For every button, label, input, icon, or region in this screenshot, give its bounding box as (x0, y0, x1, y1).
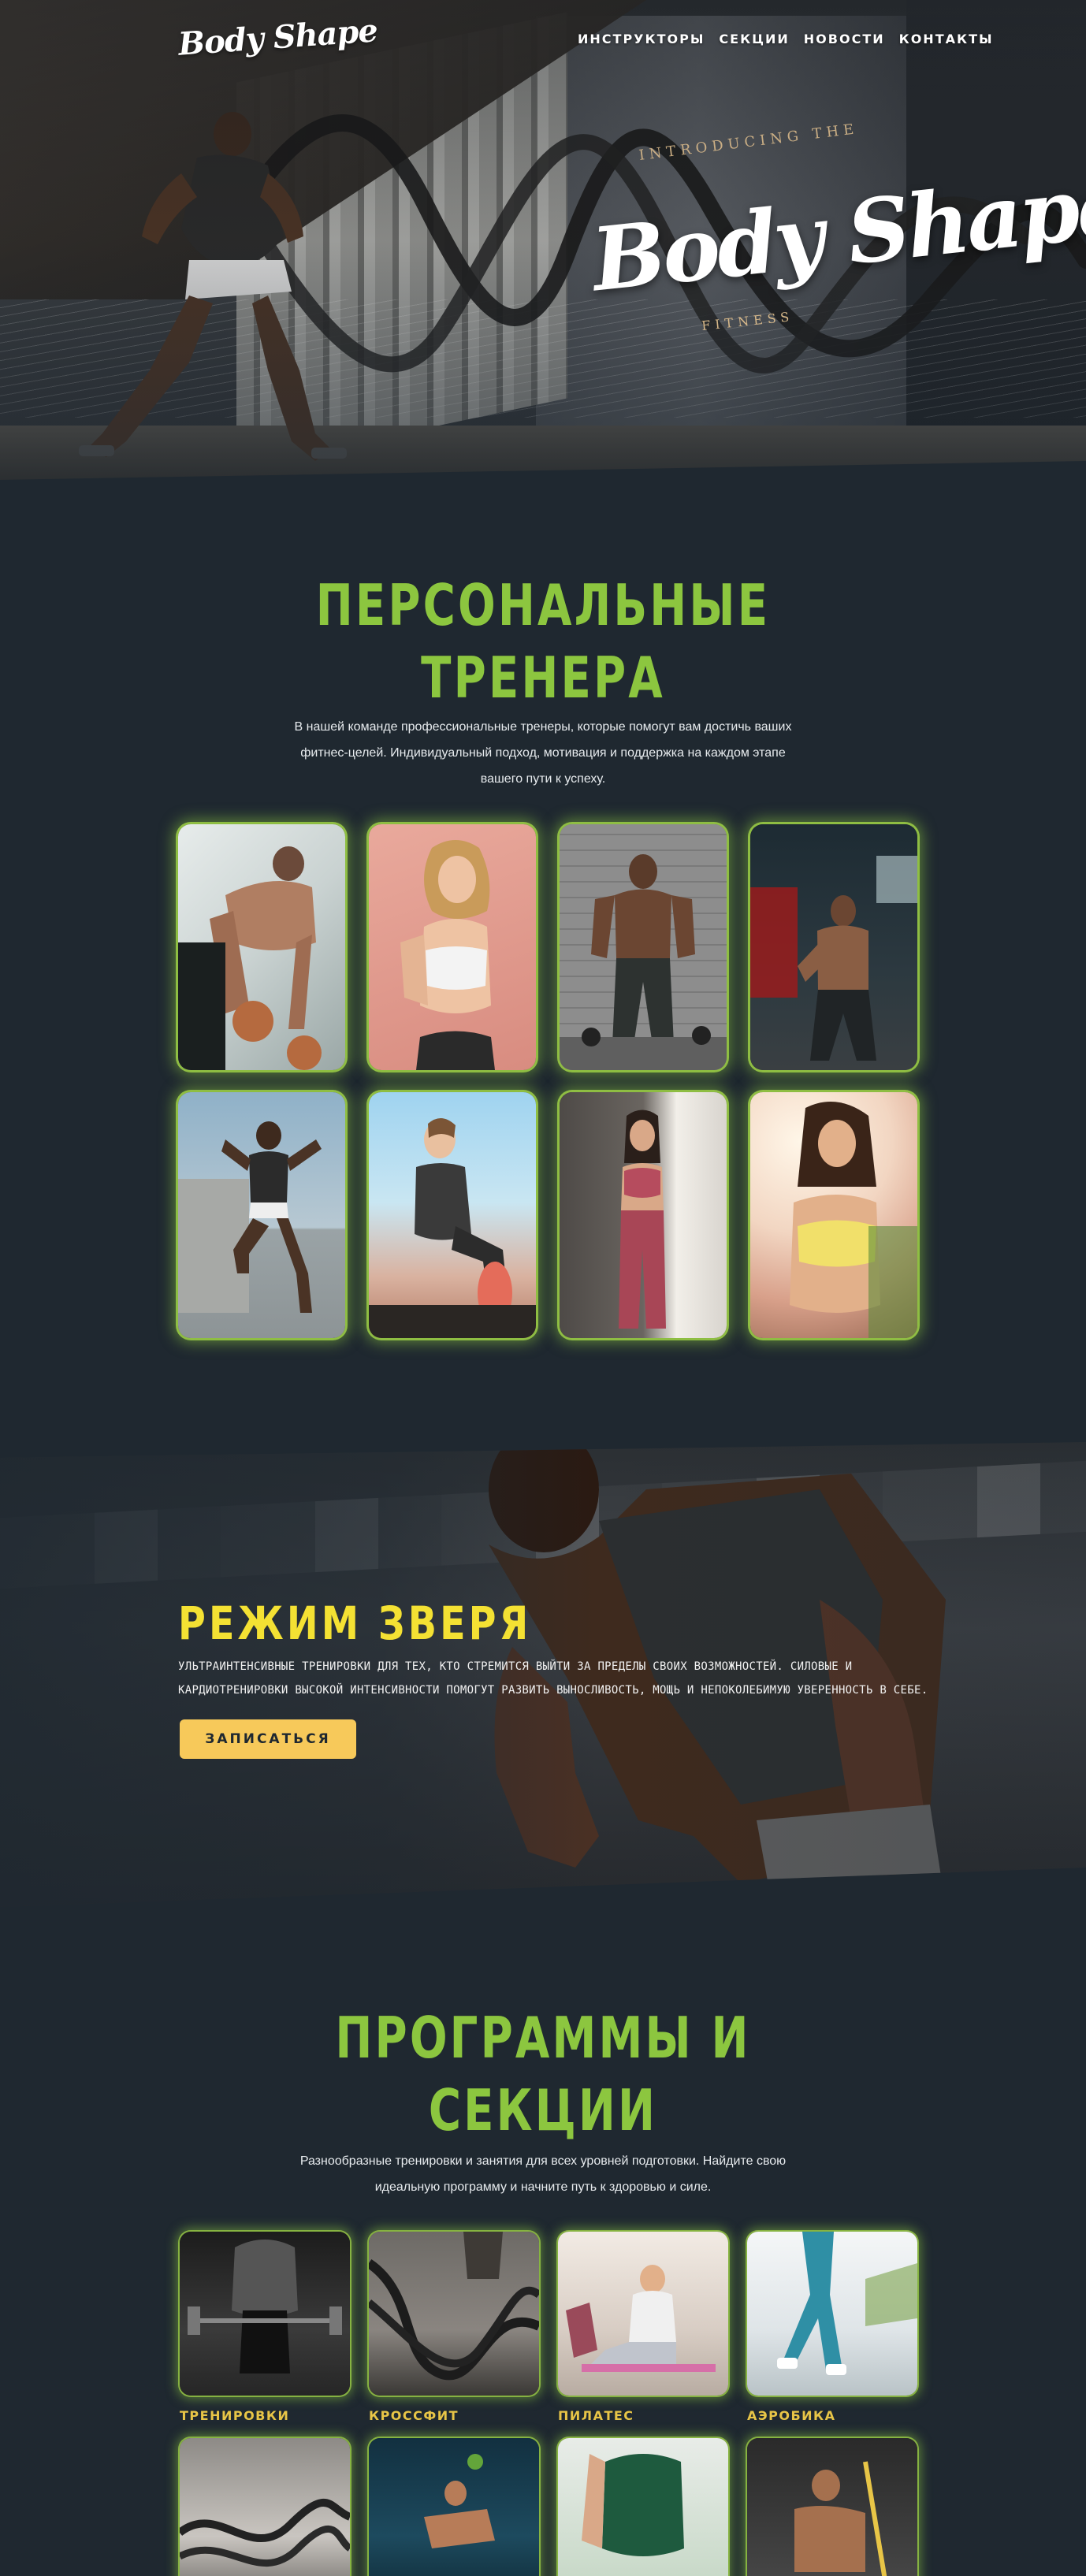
program-photo (747, 2232, 917, 2396)
program-photo (369, 2438, 539, 2576)
nav-item-instructors[interactable]: ИНСТРУКТОРЫ (578, 32, 705, 46)
trainers-title-line1: ПЕРСОНАЛЬНЫЕ (315, 572, 771, 638)
hero-banner: Body Shape ИНСТРУКТОРЫ СЕКЦИИ НОВОСТИ КО… (0, 0, 1086, 481)
trainer-photo (369, 1092, 536, 1338)
beast-mode-text: УЛЬТРАИНТЕНСИВНЫЕ ТРЕНИРОВКИ ДЛЯ ТЕХ, КТ… (178, 1655, 935, 1702)
program-photo (558, 2232, 728, 2396)
program-label-crossfit[interactable]: КРОССФИТ (369, 2408, 459, 2423)
trainer-card[interactable] (560, 1092, 727, 1338)
nav-item-sections[interactable]: СЕКЦИИ (719, 32, 789, 46)
trainers-desc-line1: В нашей команде профессиональные тренеры… (294, 720, 792, 734)
trainers-desc-line3: вашего пути к успеху. (480, 772, 606, 786)
program-card-pilates[interactable] (558, 2232, 728, 2396)
beast-mode-text-line2: КАРДИОТРЕНИРОВКИ ВЫСОКОЙ ИНТЕНСИВНОСТИ П… (178, 1684, 928, 1697)
program-card-training[interactable] (180, 2232, 350, 2396)
beast-mode-title: РЕЖИМ ЗВЕРЯ (178, 1597, 532, 1650)
signup-button[interactable]: ЗАПИСАТЬСЯ (180, 1719, 356, 1759)
beast-mode-banner: РЕЖИМ ЗВЕРЯ УЛЬТРАИНТЕНСИВНЫЕ ТРЕНИРОВКИ… (0, 1442, 1086, 1907)
trainer-card[interactable] (369, 824, 536, 1070)
trainer-card[interactable] (560, 824, 727, 1070)
program-card[interactable] (369, 2438, 539, 2576)
program-card-aerobics[interactable] (747, 2232, 917, 2396)
program-label-aerobics[interactable]: АЭРОБИКА (747, 2408, 836, 2423)
trainers-desc-line2: фитнес-целей. Индивидуальный подход, мот… (300, 746, 786, 760)
trainer-photo (750, 1092, 917, 1338)
trainer-card[interactable] (178, 1092, 345, 1338)
nav-item-news[interactable]: НОВОСТИ (804, 32, 885, 46)
trainer-photo (560, 1092, 727, 1338)
program-photo (180, 2438, 350, 2576)
trainer-card[interactable] (750, 1092, 917, 1338)
main-nav: ИНСТРУКТОРЫ СЕКЦИИ НОВОСТИ КОНТАКТЫ (578, 32, 994, 46)
program-photo (747, 2438, 917, 2576)
program-photo (558, 2438, 728, 2576)
trainer-photo (560, 824, 727, 1070)
program-label-training[interactable]: ТРЕНИРОВКИ (180, 2408, 289, 2423)
trainer-photo (178, 824, 345, 1070)
trainer-photo (178, 1092, 345, 1338)
program-card-crossfit[interactable] (369, 2232, 539, 2396)
beast-mode-text-line1: УЛЬТРАИНТЕНСИВНЫЕ ТРЕНИРОВКИ ДЛЯ ТЕХ, КТ… (178, 1660, 853, 1673)
trainer-card[interactable] (369, 1092, 536, 1338)
trainer-photo (369, 824, 536, 1070)
programs-title-line1: ПРОГРАММЫ И (335, 2005, 751, 2071)
trainer-card[interactable] (178, 824, 345, 1070)
hero-brand-logo: INTRODUCING THE Body Shape FITNESS (583, 121, 1086, 347)
nav-item-contacts[interactable]: КОНТАКТЫ (899, 32, 994, 46)
programs-title-line2: СЕКЦИИ (428, 2077, 658, 2143)
program-card[interactable] (558, 2438, 728, 2576)
programs-desc-line2: идеальную программу и начните путь к здо… (374, 2180, 712, 2194)
program-label-pilates[interactable]: ПИЛАТЕС (558, 2408, 634, 2423)
program-photo (369, 2232, 539, 2396)
program-photo (180, 2232, 350, 2396)
brand-tagline: FITNESS (701, 308, 795, 334)
trainers-title-line2: ТРЕНЕРА (421, 645, 665, 711)
program-card[interactable] (747, 2438, 917, 2576)
trainer-photo (750, 824, 917, 1070)
trainer-card[interactable] (750, 824, 917, 1070)
programs-desc-line1: Разнообразные тренировки и занятия для в… (299, 2154, 787, 2168)
program-card[interactable] (180, 2438, 350, 2576)
